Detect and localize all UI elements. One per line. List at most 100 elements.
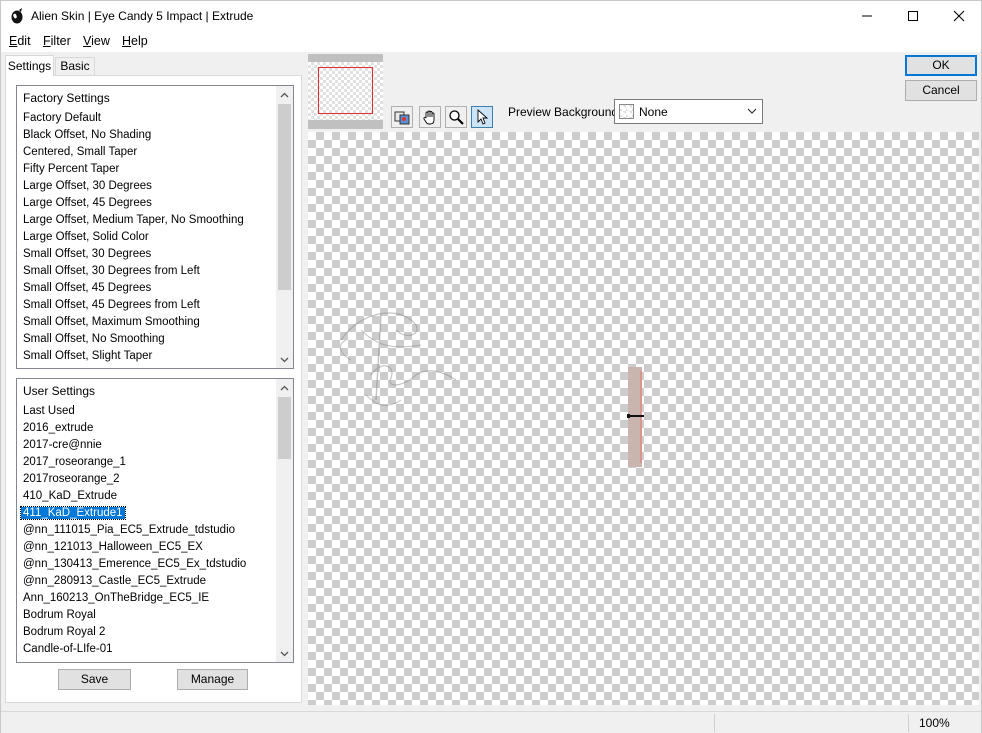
navigator-view-rect[interactable] <box>318 67 373 114</box>
scroll-up-button[interactable] <box>276 379 293 396</box>
list-item-label: Candle-of-LIfe-01 <box>23 643 113 655</box>
menu-filter[interactable]: Filter <box>43 34 71 48</box>
window-title: Alien Skin | Eye Candy 5 Impact | Extrud… <box>31 9 254 23</box>
preview-toggle-icon <box>394 111 410 125</box>
user-setting-item[interactable]: @nn_121013_Halloween_EC5_EX <box>17 539 277 556</box>
list-item-label: 410_KaD_Extrude <box>23 490 117 502</box>
preview-background-label: Preview Background: <box>508 105 622 119</box>
factory-setting-item[interactable]: Small Offset, Slight Taper <box>17 348 277 365</box>
factory-setting-item[interactable]: Centered, Small Taper <box>17 144 277 161</box>
close-button[interactable] <box>936 1 982 31</box>
list-item-label: @nn_121013_Halloween_EC5_EX <box>23 541 203 553</box>
user-setting-item[interactable]: @nn_111015_Pia_EC5_Extrude_tdstudio <box>17 522 277 539</box>
list-item-label: Bodrum Royal <box>23 609 96 621</box>
scroll-down-button[interactable] <box>276 351 293 368</box>
user-setting-item[interactable]: 2016_extrude <box>17 420 277 437</box>
scroll-down-button[interactable] <box>276 645 293 662</box>
list-item-label: Small Offset, 45 Degrees <box>23 282 152 294</box>
factory-scrollbar[interactable] <box>276 86 293 368</box>
ok-button[interactable]: OK <box>905 55 977 76</box>
menu-help[interactable]: Help <box>122 34 148 48</box>
factory-setting-item[interactable]: Small Offset, Maximum Smoothing <box>17 314 277 331</box>
pointer-tool-button[interactable] <box>471 106 493 128</box>
menu-help-accelerator: H <box>122 34 132 48</box>
user-setting-item[interactable]: Bodrum Royal 2 <box>17 624 277 641</box>
menu-view[interactable]: View <box>83 34 110 48</box>
user-setting-item[interactable]: Candle-of-LIfe-01 <box>17 641 277 658</box>
factory-setting-item[interactable]: Small Offset, 30 Degrees from Left <box>17 263 277 280</box>
tab-settings[interactable]: Settings <box>5 55 54 76</box>
scrollbar-thumb[interactable] <box>278 397 291 459</box>
factory-settings-rows: Factory Default Black Offset, No Shading C… <box>17 110 277 365</box>
factory-setting-item[interactable]: Black Offset, No Shading <box>17 127 277 144</box>
zoom-level: 100% <box>919 716 950 730</box>
user-setting-item[interactable]: Last Used <box>17 403 277 420</box>
arrow-pointer-icon <box>477 109 489 125</box>
title-bar[interactable]: Alien Skin | Eye Candy 5 Impact | Extrud… <box>1 1 981 32</box>
user-settings-rows: Last Used 2016_extrude 2017-cre@nnie 2017_r… <box>17 403 277 658</box>
list-item-label: Small Offset, Slight Taper <box>23 350 153 362</box>
list-item-label: @nn_280913_Castle_EC5_Extrude <box>23 575 207 587</box>
list-item-label: Small Offset, 45 Degrees from Left <box>23 299 200 311</box>
close-icon <box>953 10 965 22</box>
navigator-thumbnail[interactable] <box>308 54 383 129</box>
factory-setting-item[interactable]: Large Offset, Medium Taper, No Smoothing <box>17 212 277 229</box>
list-item-label: Small Offset, No Smoothing <box>23 333 165 345</box>
list-item-label: 411_KaD_Extrude1 <box>20 506 126 520</box>
cancel-button[interactable]: Cancel <box>905 80 977 101</box>
save-button[interactable]: Save <box>58 669 131 690</box>
hand-tool-button[interactable] <box>419 106 441 128</box>
scrollbar-thumb[interactable] <box>278 104 291 290</box>
user-setting-item[interactable]: Bodrum Royal <box>17 607 277 624</box>
tab-basic[interactable]: Basic <box>55 57 95 75</box>
user-settings-header: User Settings <box>23 384 96 398</box>
status-divider <box>908 714 909 732</box>
chevron-up-icon <box>280 92 289 97</box>
manage-button[interactable]: Manage <box>177 669 248 690</box>
list-item-label: Bodrum Royal 2 <box>23 626 106 638</box>
zoom-icon <box>449 110 464 125</box>
scroll-up-button[interactable] <box>276 86 293 103</box>
list-item-label: 2016_extrude <box>23 422 94 434</box>
factory-setting-item[interactable]: Small Offset, 45 Degrees <box>17 280 277 297</box>
preview-canvas[interactable] <box>308 132 979 705</box>
factory-settings-list[interactable]: Factory Settings Factory Default Black Of… <box>16 85 294 369</box>
chevron-down-icon <box>747 108 757 114</box>
factory-setting-item[interactable]: Fifty Percent Taper <box>17 161 277 178</box>
user-setting-item[interactable]: 2017roseorange_2 <box>17 471 277 488</box>
maximize-button[interactable] <box>890 1 936 31</box>
menu-edit[interactable]: Edit <box>9 34 31 48</box>
preview-background-select[interactable]: None <box>614 99 763 124</box>
user-setting-item[interactable]: 2017_roseorange_1 <box>17 454 277 471</box>
list-item-label: Small Offset, 30 Degrees from Left <box>23 265 200 277</box>
list-item-label: Fifty Percent Taper <box>23 163 120 175</box>
list-item-label: Black Offset, No Shading <box>23 129 152 141</box>
user-setting-item[interactable]: 2017-cre@nnie <box>17 437 277 454</box>
list-item-label: Ann_160213_OnTheBridge_EC5_IE <box>23 592 210 604</box>
status-bar: 100% <box>1 711 981 733</box>
user-setting-item[interactable]: @nn_130413_Emerence_EC5_Ex_tdstudio <box>17 556 277 573</box>
minimize-icon <box>862 15 872 17</box>
chevron-down-icon <box>280 357 289 362</box>
list-item-label: 2017-cre@nnie <box>23 439 102 451</box>
user-setting-item[interactable]: 411_KaD_Extrude1 <box>17 505 277 522</box>
list-item-label: @nn_130413_Emerence_EC5_Ex_tdstudio <box>23 558 247 570</box>
factory-setting-item[interactable]: Large Offset, Solid Color <box>17 229 277 246</box>
user-scrollbar[interactable] <box>276 379 293 662</box>
preview-toggle-button[interactable] <box>391 106 413 128</box>
minimize-button[interactable] <box>844 1 890 31</box>
list-item-label: 2017roseorange_2 <box>23 473 120 485</box>
factory-setting-item[interactable]: Small Offset, 30 Degrees <box>17 246 277 263</box>
zoom-tool-button[interactable] <box>445 106 467 128</box>
factory-setting-item[interactable]: Small Offset, 45 Degrees from Left <box>17 297 277 314</box>
user-setting-item[interactable]: 410_KaD_Extrude <box>17 488 277 505</box>
factory-setting-item[interactable]: Large Offset, 45 Degrees <box>17 195 277 212</box>
user-settings-list[interactable]: User Settings Last Used 2016_extrude 2017-… <box>16 378 294 663</box>
user-setting-item[interactable]: @nn_280913_Castle_EC5_Extrude <box>17 573 277 590</box>
factory-setting-item[interactable]: Small Offset, No Smoothing <box>17 331 277 348</box>
user-setting-item[interactable]: Ann_160213_OnTheBridge_EC5_IE <box>17 590 277 607</box>
menu-view-accelerator: V <box>83 34 92 48</box>
factory-setting-item[interactable]: Factory Default <box>17 110 277 127</box>
factory-setting-item[interactable]: Large Offset, 30 Degrees <box>17 178 277 195</box>
watermark-signature-logo <box>340 312 457 406</box>
